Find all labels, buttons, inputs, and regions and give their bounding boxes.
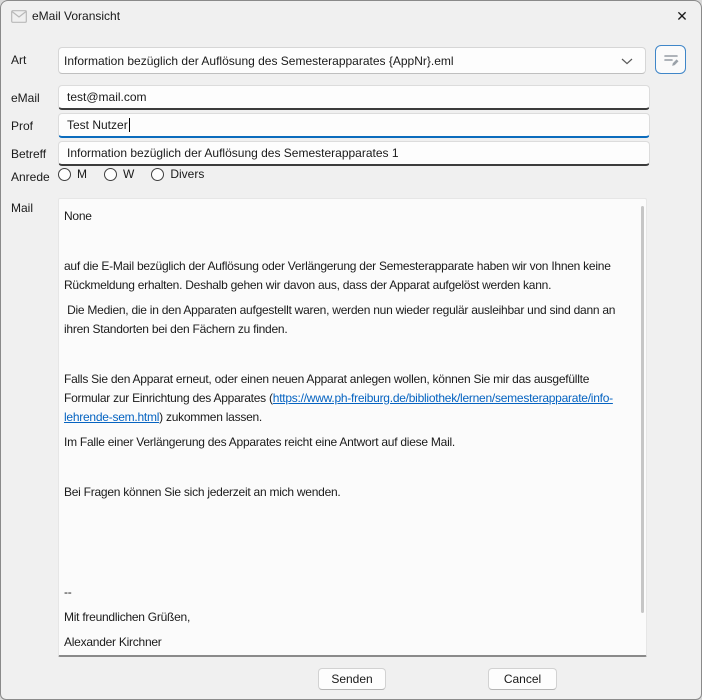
mail-text-segment: -- (64, 585, 72, 599)
close-button[interactable]: ✕ (667, 1, 697, 31)
mail-paragraph: Mit freundlichen Grüßen, (64, 608, 632, 627)
text-caret (129, 118, 131, 132)
mail-paragraph: Falls Sie den Apparat erneut, oder einen… (64, 370, 632, 427)
radio-circle-icon (104, 168, 117, 181)
mail-paragraph (64, 558, 632, 577)
radio-anrede-divers[interactable]: Divers (151, 167, 204, 181)
anrede-label: Anrede (11, 170, 50, 184)
mail-text-segment: Mit freundlichen Grüßen, (64, 610, 190, 624)
mail-paragraph: auf die E-Mail bezüglich der Auflösung o… (64, 257, 632, 295)
radio-circle-icon (151, 168, 164, 181)
prof-input[interactable]: Test Nutzer (58, 113, 650, 138)
radio-label-divers: Divers (170, 167, 204, 181)
scrollbar-thumb[interactable] (641, 206, 644, 613)
email-preview-dialog: eMail Voransicht ✕ Art Information bezüg… (0, 0, 702, 700)
window-title: eMail Voransicht (32, 9, 120, 23)
edit-template-button[interactable] (655, 45, 686, 74)
envelope-icon (11, 10, 27, 23)
radio-anrede-w[interactable]: W (104, 167, 134, 181)
mail-paragraph: Bei Fragen können Sie sich jederzeit an … (64, 483, 632, 502)
chevron-down-icon (621, 58, 633, 65)
edit-note-icon (662, 51, 680, 69)
mail-paragraph (64, 345, 632, 364)
send-button[interactable]: Senden (318, 668, 386, 690)
mail-label: Mail (11, 201, 33, 215)
mail-paragraph (64, 232, 632, 251)
mail-paragraph: Alexander Kirchner (64, 633, 632, 652)
betreff-input-value: Information bezüglich der Auflösung des … (67, 146, 399, 160)
art-combobox[interactable]: Information bezüglich der Auflösung des … (58, 47, 646, 74)
mail-text-segment: ) zukommen lassen. (159, 410, 262, 424)
radio-anrede-m[interactable]: M (58, 167, 87, 181)
betreff-label: Betreff (11, 147, 46, 161)
mail-paragraph: -- (64, 583, 632, 602)
art-combobox-value: Information bezüglich der Auflösung des … (64, 54, 454, 68)
radio-circle-icon (58, 168, 71, 181)
mail-text-segment: Bei Fragen können Sie sich jederzeit an … (64, 485, 341, 499)
art-label: Art (11, 53, 26, 67)
email-input[interactable]: test@mail.com (58, 85, 650, 110)
mail-body-textarea[interactable]: None auf die E-Mail bezüglich der Auflösu… (58, 198, 647, 657)
mail-text-segment: None (64, 209, 92, 223)
mail-text-segment: Die Medien, die in den Apparaten aufgest… (64, 303, 618, 336)
cancel-button[interactable]: Cancel (488, 668, 557, 690)
mail-text-segment: Im Falle einer Verlängerung des Apparate… (64, 435, 455, 449)
mail-paragraph: None (64, 207, 632, 226)
mail-paragraph: Die Medien, die in den Apparaten aufgest… (64, 301, 632, 339)
title-bar: eMail Voransicht ✕ (1, 1, 701, 33)
radio-label-m: M (77, 167, 87, 181)
mail-paragraph (64, 458, 632, 477)
mail-paragraph (64, 508, 632, 527)
mail-text-segment: Alexander Kirchner (64, 635, 162, 649)
mail-text-segment: auf die E-Mail bezüglich der Auflösung o… (64, 259, 614, 292)
radio-label-w: W (123, 167, 134, 181)
mail-paragraph (64, 533, 632, 552)
betreff-input[interactable]: Information bezüglich der Auflösung des … (58, 141, 650, 166)
email-input-value: test@mail.com (67, 90, 147, 104)
email-label: eMail (11, 91, 40, 105)
prof-input-value: Test Nutzer (67, 118, 128, 132)
prof-label: Prof (11, 119, 33, 133)
anrede-radio-group: M W Divers (58, 167, 204, 181)
mail-paragraph: Im Falle einer Verlängerung des Apparate… (64, 433, 632, 452)
